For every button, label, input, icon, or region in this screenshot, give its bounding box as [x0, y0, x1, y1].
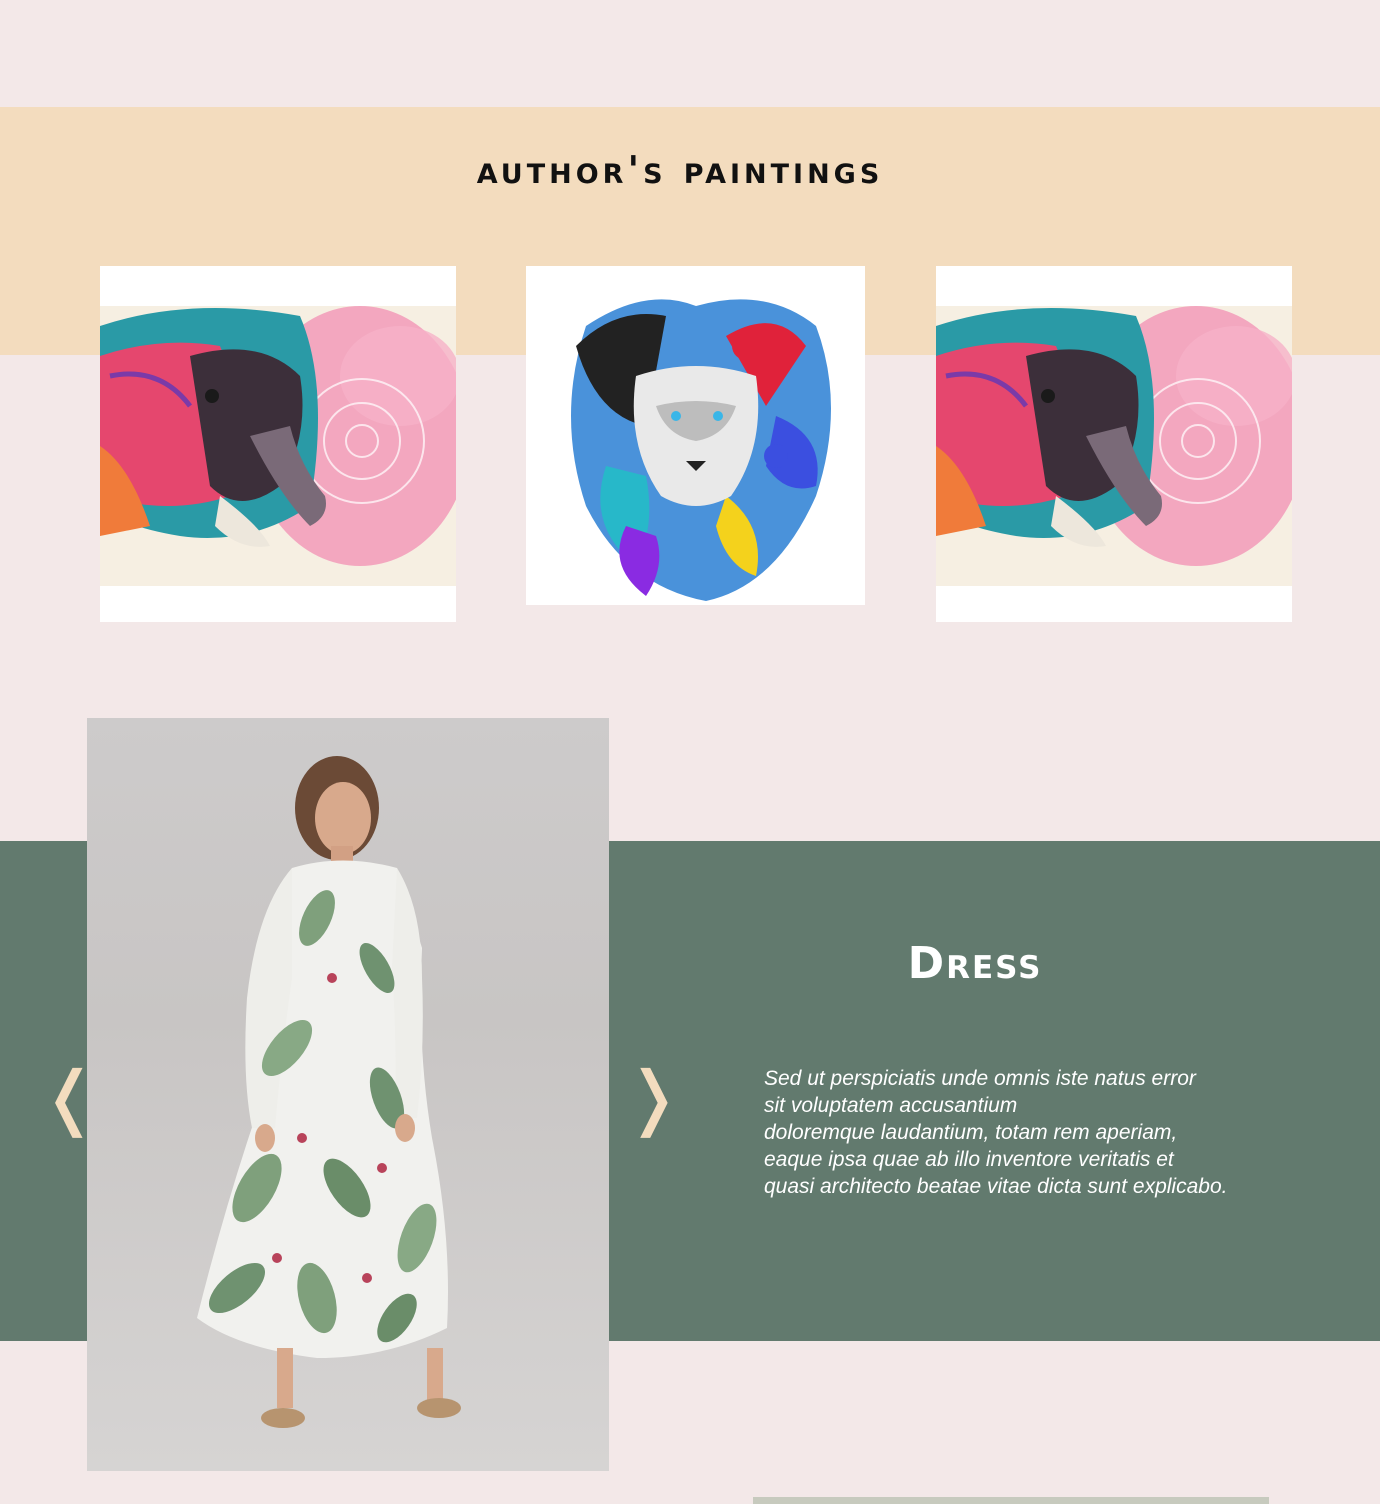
- elephant-painting[interactable]: [936, 266, 1292, 622]
- dress-model-illustration: [197, 756, 461, 1428]
- page: author's paintings ❬ ❭ Dress Sed ut pers…: [0, 0, 1380, 1504]
- lion-painting[interactable]: [526, 266, 865, 605]
- next-slide-button[interactable]: ❭: [624, 1062, 683, 1132]
- chevron-right-icon: ❭: [624, 1056, 683, 1138]
- dress-description-line: sit voluptatem accusantium: [764, 1094, 1018, 1117]
- lion-painting-art: [526, 266, 865, 605]
- elephant-painting[interactable]: [100, 266, 456, 622]
- dress-description-line: eaque ipsa quae ab illo inventore verita…: [764, 1148, 1174, 1171]
- dress-description-line: quasi architecto beatae vitae dicta sunt…: [764, 1175, 1228, 1198]
- chevron-left-icon: ❬: [40, 1056, 99, 1138]
- dress-description-line: Sed ut perspiciatis unde omnis iste natu…: [764, 1067, 1196, 1090]
- elephant-painting-art: [100, 266, 456, 622]
- dress-description: Sed ut perspiciatis unde omnis iste natu…: [764, 1065, 1304, 1200]
- dress-photo[interactable]: [87, 718, 609, 1471]
- elephant-painting-art: [936, 266, 1292, 622]
- paintings-title: author's paintings: [476, 148, 884, 192]
- next-section-strip: [753, 1497, 1269, 1504]
- dress-title: Dress: [907, 938, 1043, 989]
- prev-slide-button[interactable]: ❬: [40, 1062, 99, 1132]
- dress-description-line: doloremque laudantium, totam rem aperiam…: [764, 1121, 1178, 1144]
